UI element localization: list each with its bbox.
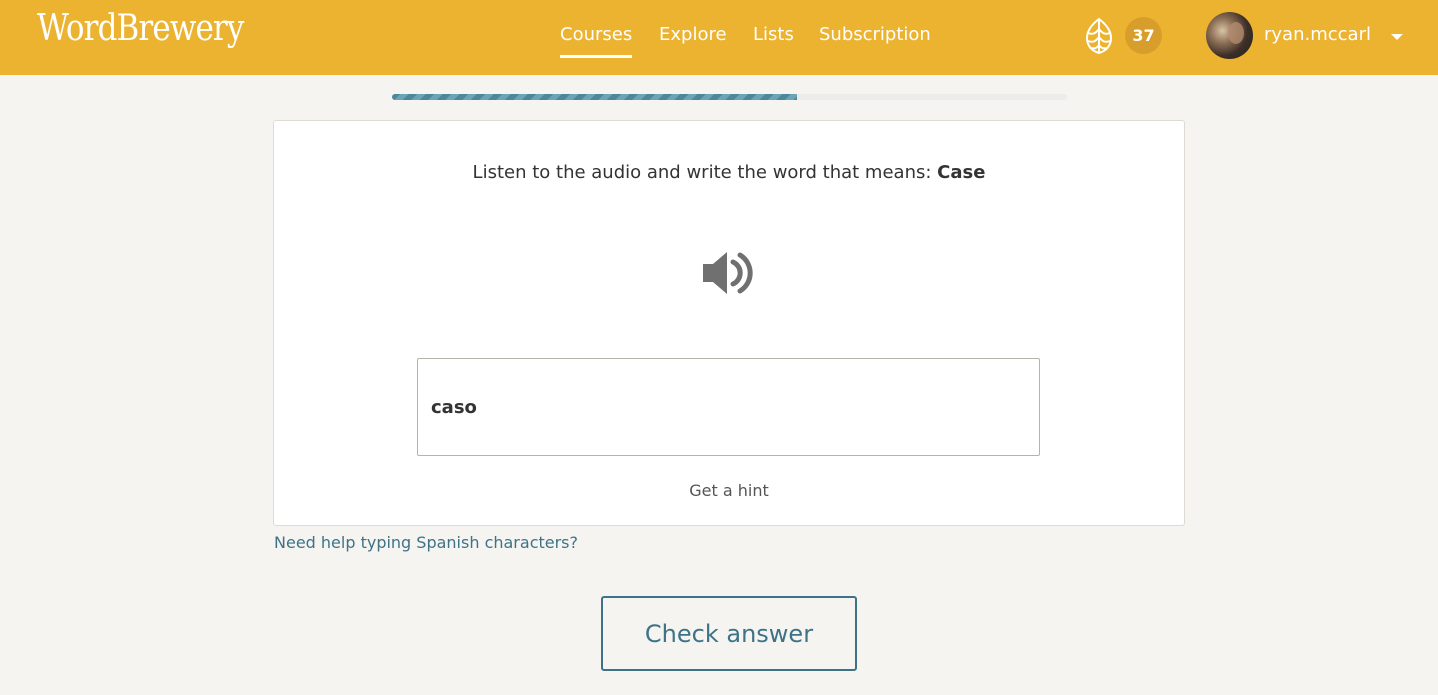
hop-icon[interactable] [1083,17,1115,55]
prompt-word: Case [937,162,986,183]
get-hint-link[interactable]: Get a hint [274,481,1184,500]
answer-input[interactable] [417,358,1040,456]
exercise-prompt: Listen to the audio and write the word t… [274,161,1184,185]
lesson-progress-bar [392,94,1067,100]
exercise-card: Listen to the audio and write the word t… [273,120,1185,526]
prompt-text: Listen to the audio and write the word t… [472,162,938,183]
check-answer-button[interactable]: Check answer [601,596,857,671]
caret-down-icon[interactable] [1391,34,1403,40]
hops-count-badge[interactable]: 37 [1125,17,1162,54]
nav-subscription[interactable]: Subscription [819,24,931,46]
nav-lists[interactable]: Lists [753,24,794,46]
wordbrewery-logo[interactable]: WordBrewery [37,8,244,49]
top-nav-bar: WordBrewery Courses Explore Lists Subscr… [0,0,1438,75]
speaker-icon[interactable] [699,243,759,303]
lesson-progress-fill [392,94,797,100]
username[interactable]: ryan.mccarl [1264,24,1371,46]
spanish-characters-help-link[interactable]: Need help typing Spanish characters? [274,533,578,552]
user-avatar[interactable] [1206,12,1253,59]
nav-explore[interactable]: Explore [659,24,727,46]
nav-courses[interactable]: Courses [560,24,633,58]
